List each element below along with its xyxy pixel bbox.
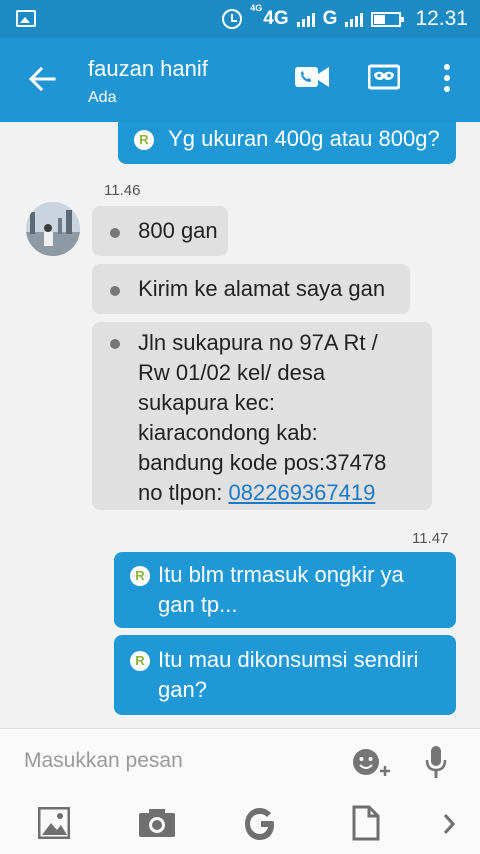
video-call-icon[interactable] (294, 63, 330, 91)
message-line: gan tp... (158, 592, 238, 617)
address-line: bandung kode pos:37478 (138, 450, 387, 475)
alarm-icon (222, 9, 243, 29)
contact-status: Ada (88, 89, 117, 106)
more-options-icon[interactable] (438, 63, 456, 93)
message-bubble-outgoing[interactable]: R Itu blm trmasuk ongkir ya gan tp... (114, 552, 456, 628)
clock: 12.31 (415, 7, 468, 30)
contact-avatar[interactable] (26, 202, 80, 256)
message-timestamp: 11.46 (104, 182, 141, 199)
avatar-photo (26, 202, 80, 256)
emoji-sticker-icon[interactable] (352, 747, 392, 779)
battery-icon (371, 11, 405, 27)
message-bubble-incoming[interactable]: 800 gan (92, 206, 228, 256)
signal-icon (296, 11, 315, 27)
message-input[interactable]: Masukkan pesan (24, 749, 324, 779)
image-attach-icon[interactable] (38, 807, 70, 839)
read-receipt-icon: R (130, 566, 150, 586)
network-g-indicator: G (322, 8, 338, 29)
message-timestamp: 11.47 (412, 530, 449, 547)
mask-sticker-icon[interactable] (368, 63, 400, 91)
message-bubble-incoming[interactable]: Jln sukapura no 97A Rt / Rw 01/02 kel/ d… (92, 322, 432, 510)
status-bar: 4G4G G 12.31 (0, 0, 480, 38)
camera-icon[interactable] (138, 807, 176, 839)
bullet-dot (110, 286, 120, 296)
message-text: Yg ukuran 400g atau 800g? (168, 126, 440, 151)
back-arrow-icon[interactable] (28, 65, 56, 93)
address-line: Rw 01/02 kel/ desa (138, 360, 326, 385)
bullet-dot (110, 339, 120, 349)
signal-icon-2 (345, 11, 364, 27)
message-text: 800 gan (138, 218, 218, 243)
message-bubble-incoming[interactable]: Kirim ke alamat saya gan (92, 264, 410, 314)
status-icons: 4G4G G 12.31 (222, 2, 468, 33)
address-text: Jln sukapura no 97A Rt / Rw 01/02 kel/ d… (138, 328, 432, 508)
contact-name[interactable]: fauzan hanif (88, 56, 208, 82)
file-attach-icon[interactable] (352, 805, 380, 841)
bullet-dot (110, 228, 120, 238)
chevron-right-icon[interactable] (442, 813, 456, 835)
read-receipt-icon: R (130, 651, 150, 671)
read-receipt-icon: R (134, 130, 154, 150)
message-line: Itu blm trmasuk ongkir ya (158, 562, 404, 587)
composer: Masukkan pesan (0, 728, 480, 854)
message-line: Itu mau dikonsumsi sendiri (158, 647, 419, 672)
message-line: gan? (158, 677, 207, 702)
message-bubble-outgoing[interactable]: R Itu mau dikonsumsi sendiri gan? (114, 635, 456, 715)
microphone-icon[interactable] (424, 745, 448, 781)
network-4g-indicator: 4G4G (250, 2, 289, 29)
message-bubble-outgoing[interactable]: R Yg ukuran 400g atau 800g? (118, 122, 456, 164)
address-line: sukapura kec: (138, 390, 275, 415)
message-text: Itu mau dikonsumsi sendiri gan? (158, 645, 456, 705)
chat-header: fauzan hanif Ada (0, 38, 480, 122)
address-line: Jln sukapura no 97A Rt / (138, 330, 378, 355)
phone-link[interactable]: 082269367419 (229, 480, 376, 505)
message-text: Itu blm trmasuk ongkir ya gan tp... (158, 560, 456, 620)
message-list[interactable]: R Yg ukuran 400g atau 800g? 11.46 800 ga… (0, 122, 480, 728)
message-text: Kirim ke alamat saya gan (138, 276, 386, 301)
address-line: kiaracondong kab: (138, 420, 318, 445)
phone-line: no tlpon: 082269367419 (138, 478, 432, 508)
google-search-icon[interactable] (244, 807, 278, 841)
gallery-notification-icon (16, 10, 36, 27)
phone-prefix: no tlpon: (138, 480, 229, 505)
